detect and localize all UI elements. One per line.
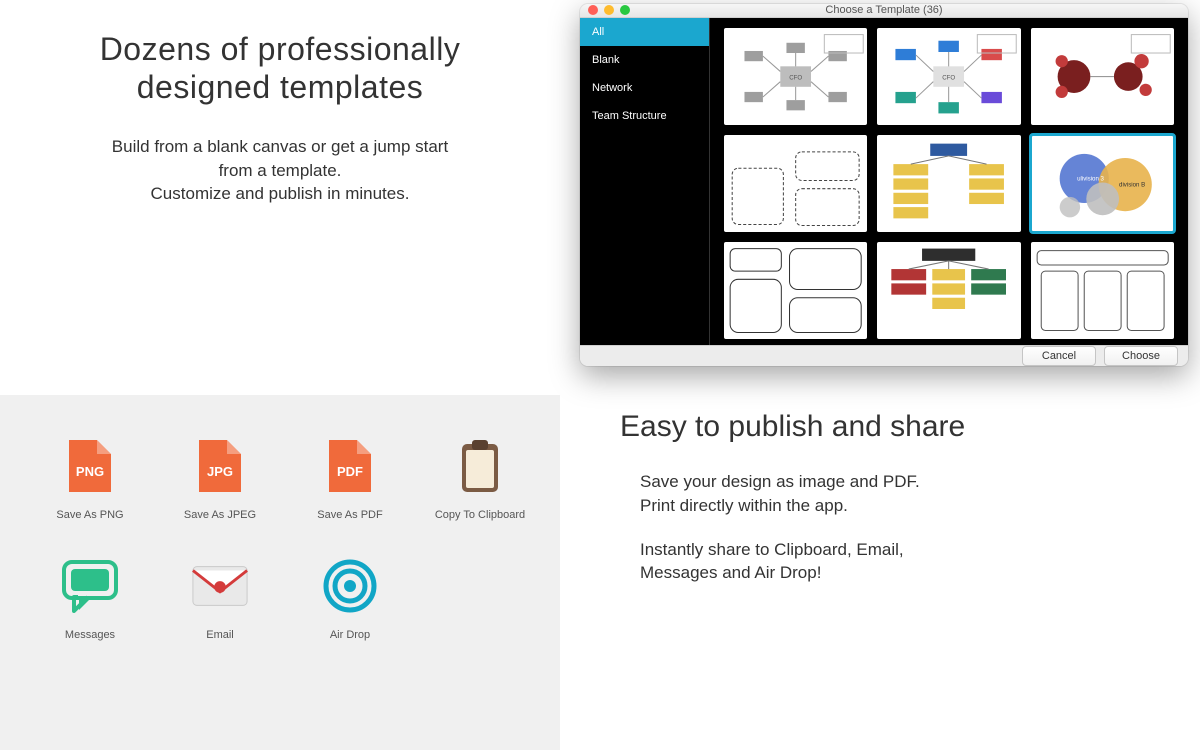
share-item-label: Messages	[65, 629, 115, 641]
hero-top-text: Dozens of professionally designed templa…	[0, 30, 560, 206]
hero-bottom-text: Easy to publish and share Save your desi…	[620, 410, 1170, 605]
template-thumb-2[interactable]: CFO	[877, 28, 1020, 125]
hero-bottom-title: Easy to publish and share	[620, 410, 1170, 444]
p2-line1: Instantly share to Clipboard, Email,	[640, 540, 904, 559]
hero-bottom-p1: Save your design as image and PDF. Print…	[620, 470, 1170, 518]
template-thumb-4[interactable]	[724, 135, 867, 232]
hero-title-line2: designed templates	[137, 69, 424, 105]
cancel-button[interactable]: Cancel	[1022, 346, 1096, 366]
share-save-png[interactable]: PNG Save As PNG	[30, 435, 150, 521]
template-chooser-window: Choose a Template (36) All Blank Network…	[580, 4, 1188, 366]
save-png-icon: PNG	[61, 435, 119, 497]
hero-bottom-p2: Instantly share to Clipboard, Email, Mes…	[620, 538, 1170, 586]
template-thumb-1[interactable]: CFO	[724, 28, 867, 125]
share-messages[interactable]: Messages	[30, 555, 150, 641]
p1-line1: Save your design as image and PDF.	[640, 472, 920, 491]
hero-title-line1: Dozens of professionally	[100, 31, 461, 67]
sidebar-item-all[interactable]: All	[580, 18, 709, 46]
save-pdf-icon: PDF	[321, 435, 379, 497]
sidebar-item-label: All	[592, 26, 604, 38]
svg-text:PDF: PDF	[337, 464, 363, 479]
thumb6-right-label: division B	[1119, 181, 1145, 188]
share-item-label: Copy To Clipboard	[435, 509, 525, 521]
hero-top-paragraph: Build from a blank canvas or get a jump …	[0, 135, 560, 206]
svg-text:PNG: PNG	[76, 464, 104, 479]
template-thumb-3[interactable]	[1031, 28, 1174, 125]
messages-icon	[61, 555, 119, 617]
email-icon	[191, 555, 249, 617]
share-panel: PNG Save As PNG JPG Save As JPEG PDF Sav…	[0, 395, 560, 750]
sidebar-item-blank[interactable]: Blank	[580, 46, 709, 74]
svg-text:CFO: CFO	[943, 74, 956, 81]
window-title: Choose a Template (36)	[580, 4, 1188, 16]
share-save-pdf[interactable]: PDF Save As PDF	[290, 435, 410, 521]
sidebar-item-label: Team Structure	[592, 110, 667, 122]
choose-button[interactable]: Choose	[1104, 346, 1178, 366]
share-item-label: Save As PNG	[56, 509, 123, 521]
sidebar-item-network[interactable]: Network	[580, 74, 709, 102]
share-item-label: Save As PDF	[317, 509, 382, 521]
airdrop-icon	[321, 555, 379, 617]
share-item-label: Email	[206, 629, 234, 641]
share-email[interactable]: Email	[160, 555, 280, 641]
hero-para-line3: Customize and publish in minutes.	[151, 184, 410, 203]
share-item-label: Save As JPEG	[184, 509, 256, 521]
window-footer: Cancel Choose	[580, 345, 1188, 366]
sidebar-item-team-structure[interactable]: Team Structure	[580, 102, 709, 130]
window-titlebar[interactable]: Choose a Template (36)	[580, 4, 1188, 18]
template-thumb-8[interactable]	[877, 242, 1020, 339]
hero-top-title: Dozens of professionally designed templa…	[0, 30, 560, 107]
template-category-sidebar: All Blank Network Team Structure	[580, 18, 710, 345]
hero-para-line1: Build from a blank canvas or get a jump …	[112, 137, 448, 156]
template-thumb-7[interactable]	[724, 242, 867, 339]
share-clipboard[interactable]: Copy To Clipboard	[420, 435, 540, 521]
clipboard-icon	[451, 435, 509, 497]
template-thumb-5[interactable]	[877, 135, 1020, 232]
template-thumb-9[interactable]	[1031, 242, 1174, 339]
thumb6-left-label: ulivision 3	[1077, 175, 1104, 182]
template-thumb-6[interactable]: ulivision 3 division B	[1031, 135, 1174, 232]
template-thumbnail-grid: CFO CFO	[710, 18, 1188, 345]
save-jpeg-icon: JPG	[191, 435, 249, 497]
p2-line2: Messages and Air Drop!	[640, 563, 821, 582]
svg-text:CFO: CFO	[789, 74, 802, 81]
share-save-jpeg[interactable]: JPG Save As JPEG	[160, 435, 280, 521]
sidebar-item-label: Network	[592, 82, 632, 94]
share-item-label: Air Drop	[330, 629, 370, 641]
share-airdrop[interactable]: Air Drop	[290, 555, 410, 641]
p1-line2: Print directly within the app.	[640, 496, 848, 515]
svg-text:JPG: JPG	[207, 464, 233, 479]
hero-para-line2: from a template.	[219, 161, 342, 180]
sidebar-item-label: Blank	[592, 54, 620, 66]
